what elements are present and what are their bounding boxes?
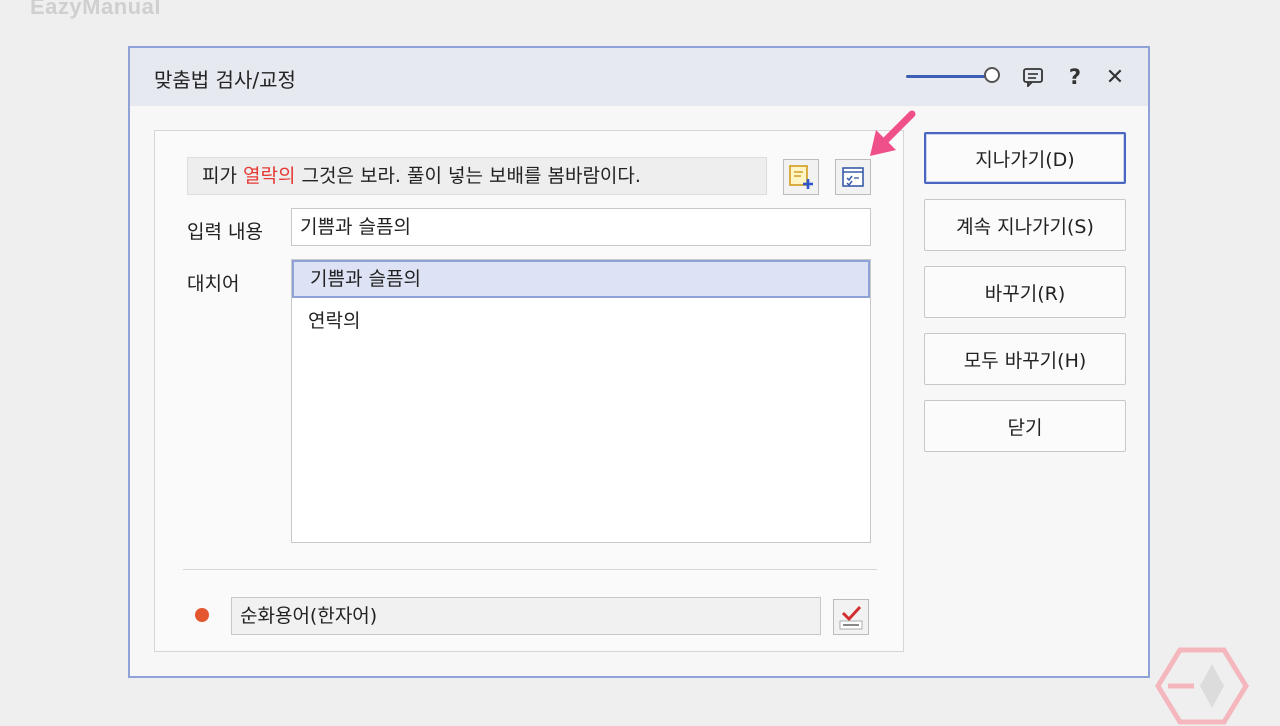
watermark-logo: EazyManual <box>30 0 161 19</box>
spellcheck-options-button[interactable] <box>835 159 871 195</box>
list-item[interactable]: 기쁨과 슬픔의 <box>292 260 870 298</box>
memo-icon[interactable] <box>1020 64 1046 90</box>
divider <box>183 569 877 570</box>
spellcheck-dialog: 맞춤법 검사/교정 ? ✕ 피가 열락의 그것은 보라. 풀이 넣는 보배를 봄… <box>128 46 1150 678</box>
input-content-label: 입력 내용 <box>187 221 263 243</box>
replace-all-button[interactable]: 모두 바꾸기(H) <box>924 333 1126 385</box>
annotation-arrow-icon <box>870 110 916 156</box>
dialog-titlebar: 맞춤법 검사/교정 ? ✕ <box>130 48 1148 106</box>
error-word: 열락의 <box>243 165 296 187</box>
add-to-dictionary-button[interactable] <box>783 159 819 195</box>
suggestions-list[interactable]: 기쁨과 슬픔의 연락의 <box>291 259 871 543</box>
skip-button[interactable]: 지나가기(D) <box>924 132 1126 184</box>
sentence-after: 그것은 보라. 풀이 넣는 보배를 봄바람이다. <box>295 165 641 187</box>
dialog-title: 맞춤법 검사/교정 <box>154 68 296 92</box>
help-icon[interactable]: ? <box>1062 64 1088 90</box>
status-dot <box>195 608 209 622</box>
hangul-check-icon <box>839 605 863 630</box>
close-button[interactable]: 닫기 <box>924 400 1126 452</box>
close-icon[interactable]: ✕ <box>1102 64 1128 90</box>
dictionary-check-button[interactable] <box>833 599 869 635</box>
sentence-before: 피가 <box>202 165 243 187</box>
add-document-icon <box>789 165 813 189</box>
skip-all-button[interactable]: 계속 지나가기(S) <box>924 199 1126 251</box>
input-content-field[interactable]: 기쁨과 슬픔의 <box>291 208 871 246</box>
replace-button[interactable]: 바꾸기(R) <box>924 266 1126 318</box>
opacity-slider-handle[interactable] <box>984 67 1000 83</box>
checked-sentence: 피가 열락의 그것은 보라. 풀이 넣는 보배를 봄바람이다. <box>187 157 767 195</box>
spellcheck-panel: 피가 열락의 그것은 보라. 풀이 넣는 보배를 봄바람이다. 입력 내용 기쁨… <box>154 130 904 652</box>
dictionary-type-field: 순화용어(한자어) <box>231 597 821 635</box>
checklist-window-icon <box>842 167 864 187</box>
brand-logo-icon <box>1155 647 1249 725</box>
suggestions-label: 대치어 <box>187 273 240 295</box>
opacity-slider-track[interactable] <box>906 75 990 78</box>
list-item[interactable]: 연락의 <box>292 302 870 340</box>
